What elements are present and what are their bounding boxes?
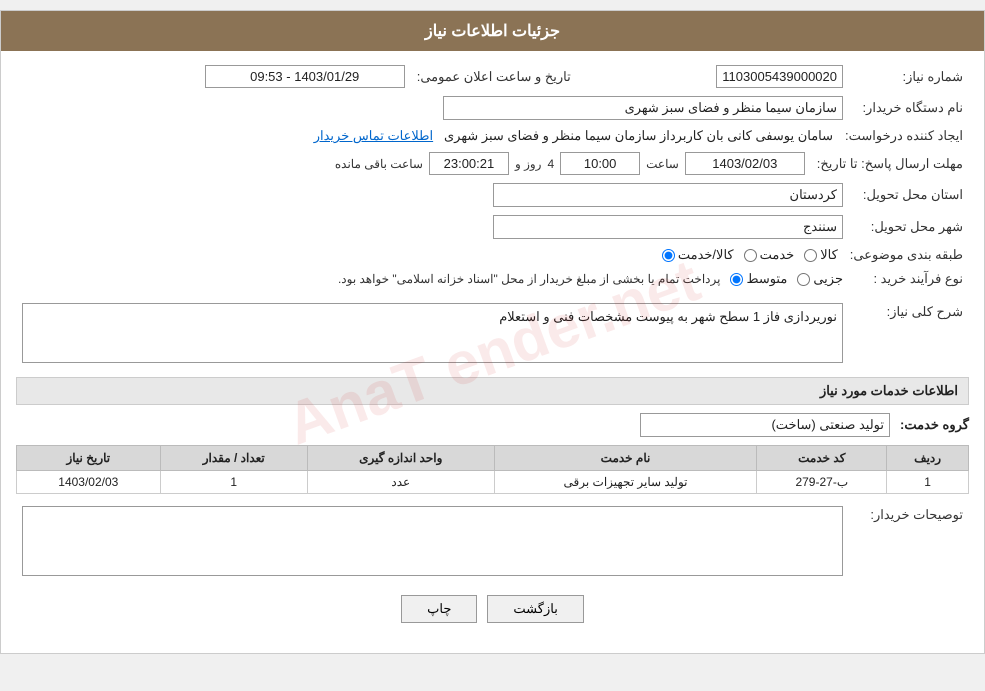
back-button[interactable]: بازگشت xyxy=(487,595,583,623)
need-desc-grid: شرح کلی نیاز: نوریردازی فاز 1 سطح شهر به… xyxy=(16,299,969,367)
cell-service-name: تولید سایر تجهیزات برقی xyxy=(494,471,757,494)
cell-unit: عدد xyxy=(307,471,494,494)
cell-date: 1403/02/03 xyxy=(17,471,161,494)
process-value: جزیی متوسط پرداخت تمام یا بخشی از مبلغ خ… xyxy=(16,267,849,291)
timer-row: 1403/02/03 ساعت 10:00 4 روز و 23:00:21 س… xyxy=(22,152,805,175)
info-grid-category: طبقه بندی موضوعی: کالا خدمت کالا/خدمت xyxy=(16,243,969,267)
cell-quantity: 1 xyxy=(160,471,307,494)
city-value: سنندج xyxy=(16,211,849,243)
deadline-time-label: ساعت xyxy=(646,157,679,171)
category-khedmat-radio[interactable] xyxy=(744,249,757,262)
buyer-org-box: سازمان سیما منظر و فضای سبز شهری xyxy=(443,96,843,120)
process-row: جزیی متوسط پرداخت تمام یا بخشی از مبلغ خ… xyxy=(22,271,843,287)
info-grid-row3: ایجاد کننده درخواست: سامان یوسفی کانی با… xyxy=(16,124,969,148)
info-grid-deadline: مهلت ارسال پاسخ: تا تاریخ: 1403/02/03 سا… xyxy=(16,148,969,179)
page-header: جزئیات اطلاعات نیاز xyxy=(1,11,984,51)
deadline-label: مهلت ارسال پاسخ: تا تاریخ: xyxy=(811,148,969,179)
category-kala-khedmat-item: کالا/خدمت xyxy=(662,247,734,263)
info-grid-row2: نام دستگاه خریدار: سازمان سیما منظر و فض… xyxy=(16,92,969,124)
col-unit: واحد اندازه گیری xyxy=(307,446,494,471)
creator-contact-link[interactable]: اطلاعات تماس خریدار xyxy=(314,128,433,143)
deadline-days-label: روز و xyxy=(515,157,542,171)
announce-datetime-box: 1403/01/29 - 09:53 xyxy=(205,65,405,88)
cell-service-code: ب-27-279 xyxy=(757,471,887,494)
deadline-timer-box: 23:00:21 xyxy=(429,152,509,175)
button-row: بازگشت چاپ xyxy=(16,580,969,643)
col-service-code: کد خدمت xyxy=(757,446,887,471)
category-kala-item: کالا xyxy=(804,247,838,263)
need-desc-value: نوریردازی فاز 1 سطح شهر به پیوست مشخصات … xyxy=(16,299,849,367)
need-desc-box: نوریردازی فاز 1 سطح شهر به پیوست مشخصات … xyxy=(22,303,843,363)
service-group-label: گروه خدمت: xyxy=(900,417,969,433)
service-group-box: تولید صنعتی (ساخت) xyxy=(640,413,890,437)
category-kala-khedmat-label: کالا/خدمت xyxy=(678,247,734,263)
need-number-box: 1103005439000020 xyxy=(716,65,843,88)
buyer-org-label: نام دستگاه خریدار: xyxy=(849,92,969,124)
category-value: کالا خدمت کالا/خدمت xyxy=(16,243,844,267)
col-quantity: تعداد / مقدار xyxy=(160,446,307,471)
buyer-comments-value xyxy=(16,502,849,580)
services-table: ردیف کد خدمت نام خدمت واحد اندازه گیری ت… xyxy=(16,445,969,494)
buyer-desc-box xyxy=(22,506,843,576)
table-row: 1 ب-27-279 تولید سایر تجهیزات برقی عدد 1… xyxy=(17,471,969,494)
creator-value: سامان یوسفی کانی بان کاربرداز سازمان سیم… xyxy=(16,124,839,148)
info-grid-city: شهر محل تحویل: سنندج xyxy=(16,211,969,243)
page-wrapper: جزئیات اطلاعات نیاز AnaT ender.net شماره… xyxy=(0,10,985,654)
cell-row-num: 1 xyxy=(887,471,969,494)
category-khedmat-item: خدمت xyxy=(744,247,795,263)
category-kala-khedmat-radio[interactable] xyxy=(662,249,675,262)
announce-datetime-value: 1403/01/29 - 09:53 xyxy=(16,61,411,92)
category-khedmat-label: خدمت xyxy=(760,247,795,263)
info-grid-province: استان محل تحویل: کردستان xyxy=(16,179,969,211)
category-label: طبقه بندی موضوعی: xyxy=(844,243,969,267)
process-motevaset-item: متوسط xyxy=(730,271,787,287)
buyer-org-value: سازمان سیما منظر و فضای سبز شهری xyxy=(16,92,849,124)
deadline-values: 1403/02/03 ساعت 10:00 4 روز و 23:00:21 س… xyxy=(16,148,811,179)
category-radio-group: کالا خدمت کالا/خدمت xyxy=(662,247,838,263)
province-label: استان محل تحویل: xyxy=(849,179,969,211)
process-motevaset-label: متوسط xyxy=(746,271,787,287)
info-grid-row1: شماره نیاز: 1103005439000020 تاریخ و ساع… xyxy=(16,61,969,92)
process-note: پرداخت تمام یا بخشی از مبلغ خریدار از مح… xyxy=(338,272,721,286)
col-service-name: نام خدمت xyxy=(494,446,757,471)
page-title: جزئیات اطلاعات نیاز xyxy=(425,23,560,40)
category-kala-label: کالا xyxy=(820,247,838,263)
need-number-value: 1103005439000020 xyxy=(591,61,849,92)
process-motevaset-radio[interactable] xyxy=(730,273,743,286)
process-jozii-item: جزیی xyxy=(797,271,843,287)
content-area: AnaT ender.net شماره نیاز: 1103005439000… xyxy=(1,51,984,653)
deadline-date-box: 1403/02/03 xyxy=(685,152,805,175)
need-description-section: شرح کلی نیاز: نوریردازی فاز 1 سطح شهر به… xyxy=(16,299,969,367)
need-number-label: شماره نیاز: xyxy=(849,61,969,92)
deadline-remaining-label: ساعت باقی مانده xyxy=(335,157,423,171)
creator-label: ایجاد کننده درخواست: xyxy=(839,124,969,148)
deadline-time-box: 10:00 xyxy=(560,152,640,175)
announce-datetime-label: تاریخ و ساعت اعلان عمومی: xyxy=(411,61,591,92)
info-grid-process: نوع فرآیند خرید : جزیی متوسط پرداخت تمام… xyxy=(16,267,969,291)
process-label: نوع فرآیند خرید : xyxy=(849,267,969,291)
buyer-comments-label: توصیحات خریدار: xyxy=(849,502,969,580)
process-jozii-radio[interactable] xyxy=(797,273,810,286)
province-box: کردستان xyxy=(493,183,843,207)
category-kala-radio[interactable] xyxy=(804,249,817,262)
services-section-title: اطلاعات خدمات مورد نیاز xyxy=(16,377,969,405)
buyer-comments-grid: توصیحات خریدار: xyxy=(16,502,969,580)
process-jozii-label: جزیی xyxy=(813,271,843,287)
deadline-days-value: 4 xyxy=(547,157,554,171)
col-row-num: ردیف xyxy=(887,446,969,471)
print-button[interactable]: چاپ xyxy=(401,595,477,623)
city-label: شهر محل تحویل: xyxy=(849,211,969,243)
need-desc-label: شرح کلی نیاز: xyxy=(849,299,969,367)
city-box: سنندج xyxy=(493,215,843,239)
col-date: تاریخ نیاز xyxy=(17,446,161,471)
service-group-row: گروه خدمت: تولید صنعتی (ساخت) xyxy=(16,413,969,437)
province-value: کردستان xyxy=(16,179,849,211)
